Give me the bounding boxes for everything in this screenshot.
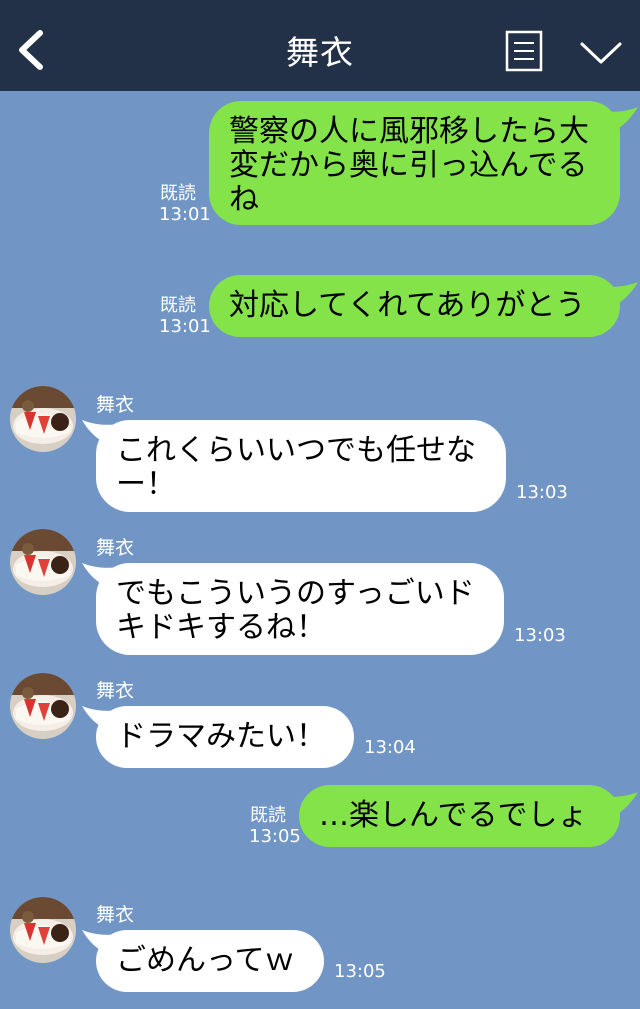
sender-name: 舞衣 [96,904,135,926]
message-bubble[interactable]: ごめんってｗ [96,930,324,992]
read-receipt: 既読 [250,805,286,826]
chevron-down-icon[interactable] [578,38,624,68]
sender-name: 舞衣 [96,394,135,416]
chat-title: 舞衣 [286,33,354,72]
message-time: 13:01 [159,316,211,337]
message-bubble[interactable]: ドラマみたい！ [96,706,354,768]
read-receipt: 既読 [160,183,196,204]
message-time: 13:05 [249,826,301,847]
message-bubble[interactable]: でもこういうのすっごいド キドキするね！ [96,563,504,655]
notes-icon[interactable] [505,30,543,72]
message-bubble[interactable]: これくらいいつでも任せな ー！ [96,420,506,512]
message-time: 13:03 [516,482,568,503]
message-time: 13:03 [514,625,566,646]
message-time: 13:05 [334,961,386,982]
message-time: 13:04 [364,737,416,758]
avatar[interactable] [10,529,76,595]
message-bubble[interactable]: …楽しんでるでしょ [299,785,620,847]
message-time: 13:01 [159,204,211,225]
message-bubble[interactable]: 警察の人に風邪移したら大 変だから奥に引っ込んでる ね [209,101,620,225]
message-bubble[interactable]: 対応してくれてありがとう [209,275,620,337]
avatar[interactable] [10,673,76,739]
sender-name: 舞衣 [96,537,135,559]
avatar[interactable] [10,897,76,963]
sender-name: 舞衣 [96,680,135,702]
chat-header: 舞衣 [0,0,640,91]
avatar[interactable] [10,386,76,452]
read-receipt: 既読 [160,295,196,316]
